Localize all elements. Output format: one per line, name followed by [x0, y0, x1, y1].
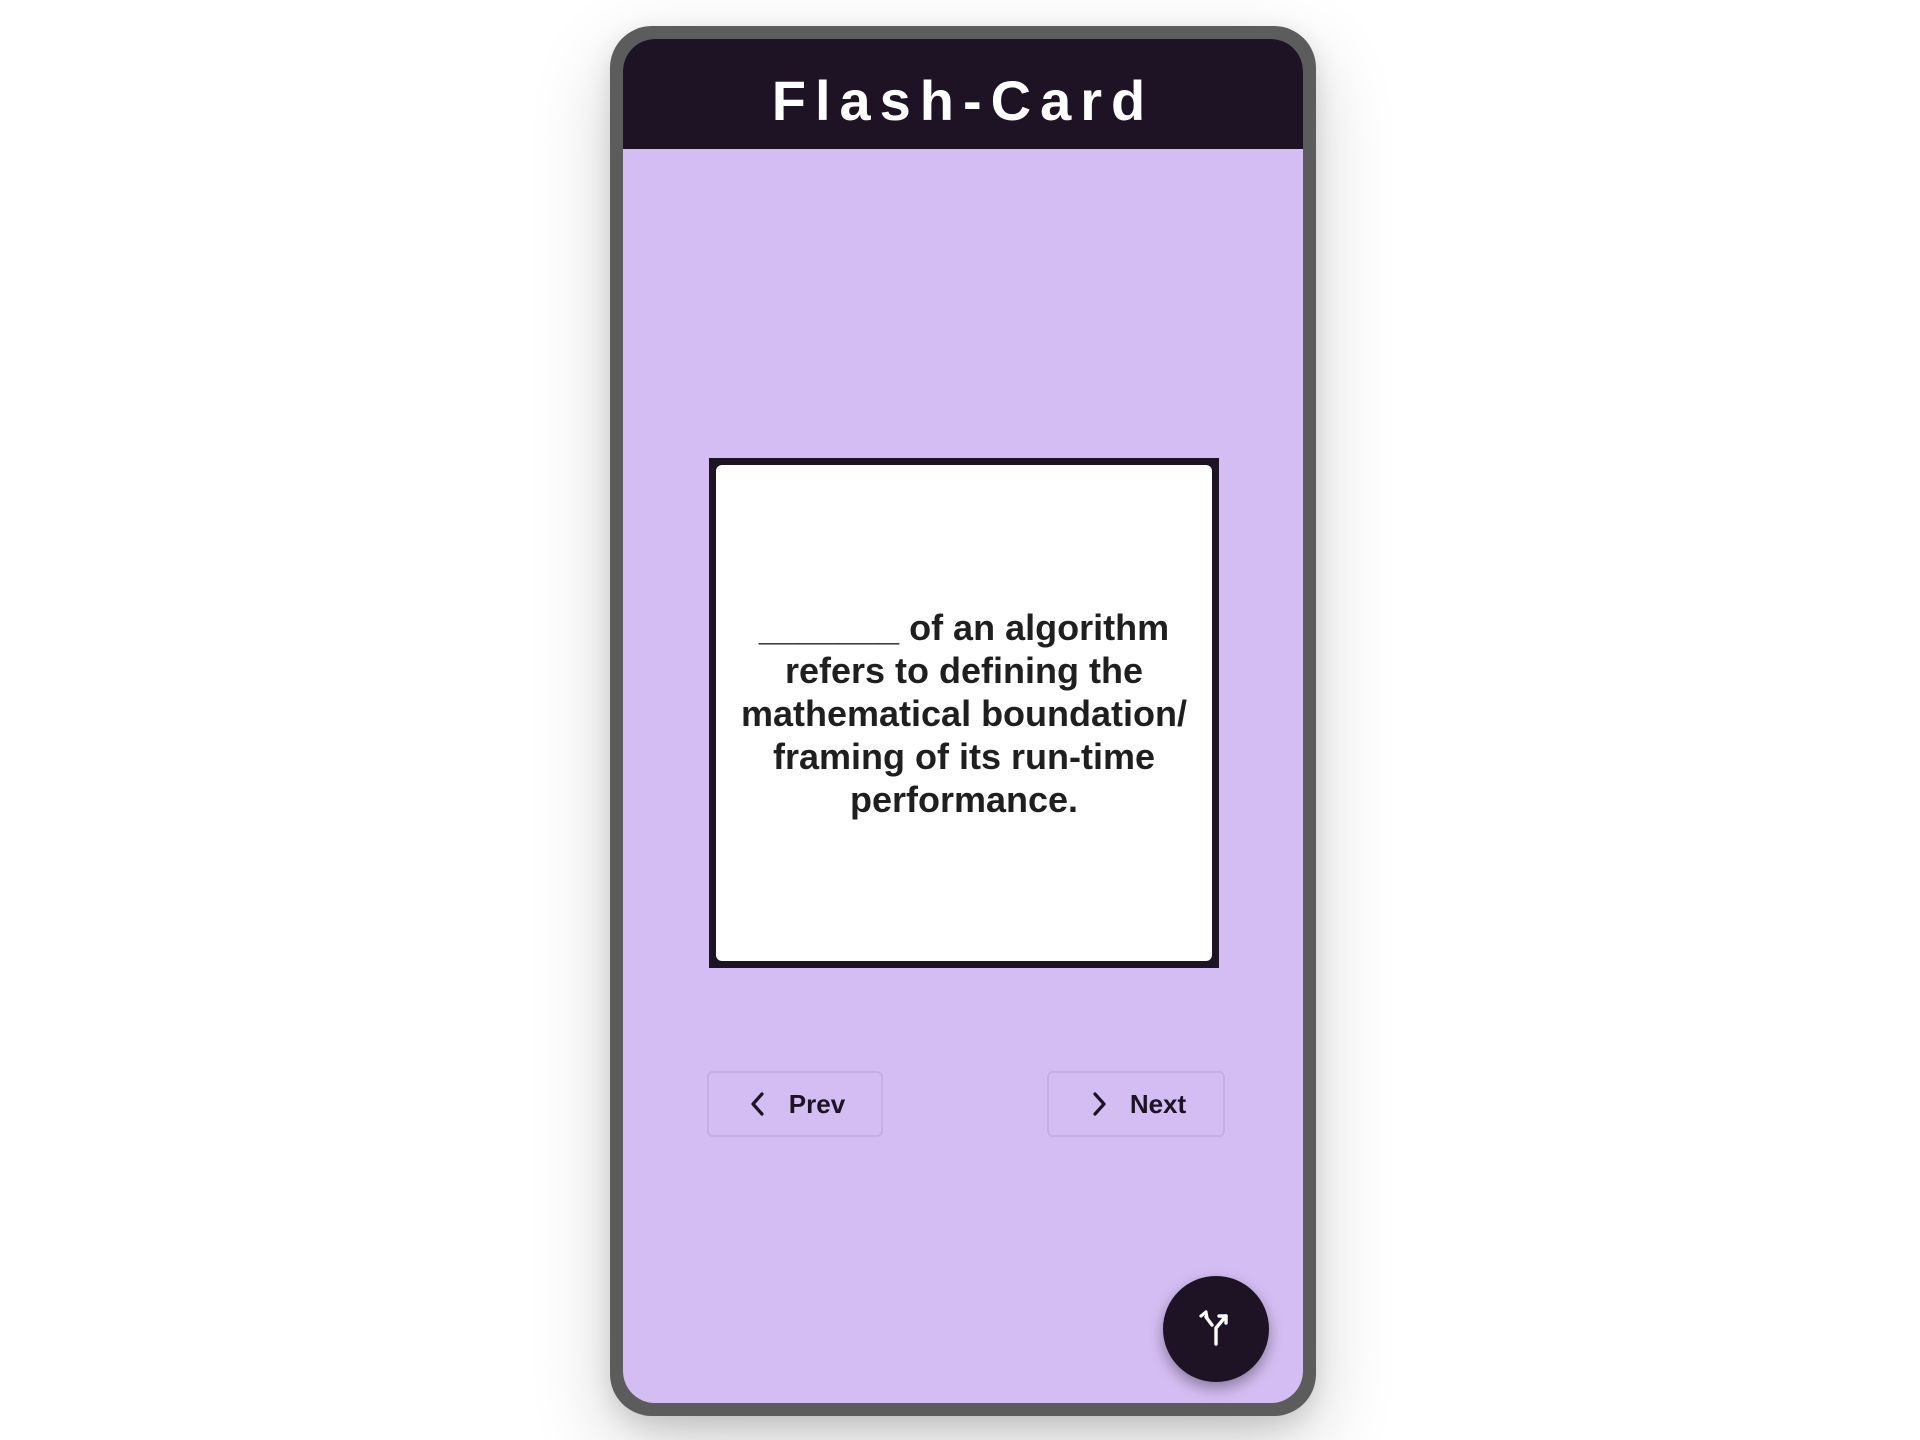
- page: Flash-Card _______ of an algorithm refer…: [0, 0, 1920, 1440]
- prev-button[interactable]: Prev: [707, 1071, 883, 1137]
- app-title: Flash-Card: [771, 68, 1155, 132]
- chevron-right-icon: [1086, 1091, 1112, 1117]
- flash-card[interactable]: _______ of an algorithm refers to defini…: [709, 458, 1219, 968]
- flash-card-face[interactable]: _______ of an algorithm refers to defini…: [716, 465, 1212, 961]
- next-button[interactable]: Next: [1047, 1071, 1225, 1137]
- flip-card-button[interactable]: [1163, 1276, 1269, 1382]
- app-screen: Flash-Card _______ of an algorithm refer…: [623, 39, 1303, 1403]
- flash-card-question: _______ of an algorithm refers to defini…: [740, 606, 1188, 820]
- chevron-left-icon: [745, 1091, 771, 1117]
- phone-frame: Flash-Card _______ of an algorithm refer…: [610, 26, 1316, 1416]
- prev-button-label: Prev: [788, 1088, 846, 1119]
- next-button-label: Next: [1129, 1088, 1187, 1119]
- call-split-icon: [1195, 1306, 1237, 1353]
- app-bar: Flash-Card: [623, 39, 1303, 149]
